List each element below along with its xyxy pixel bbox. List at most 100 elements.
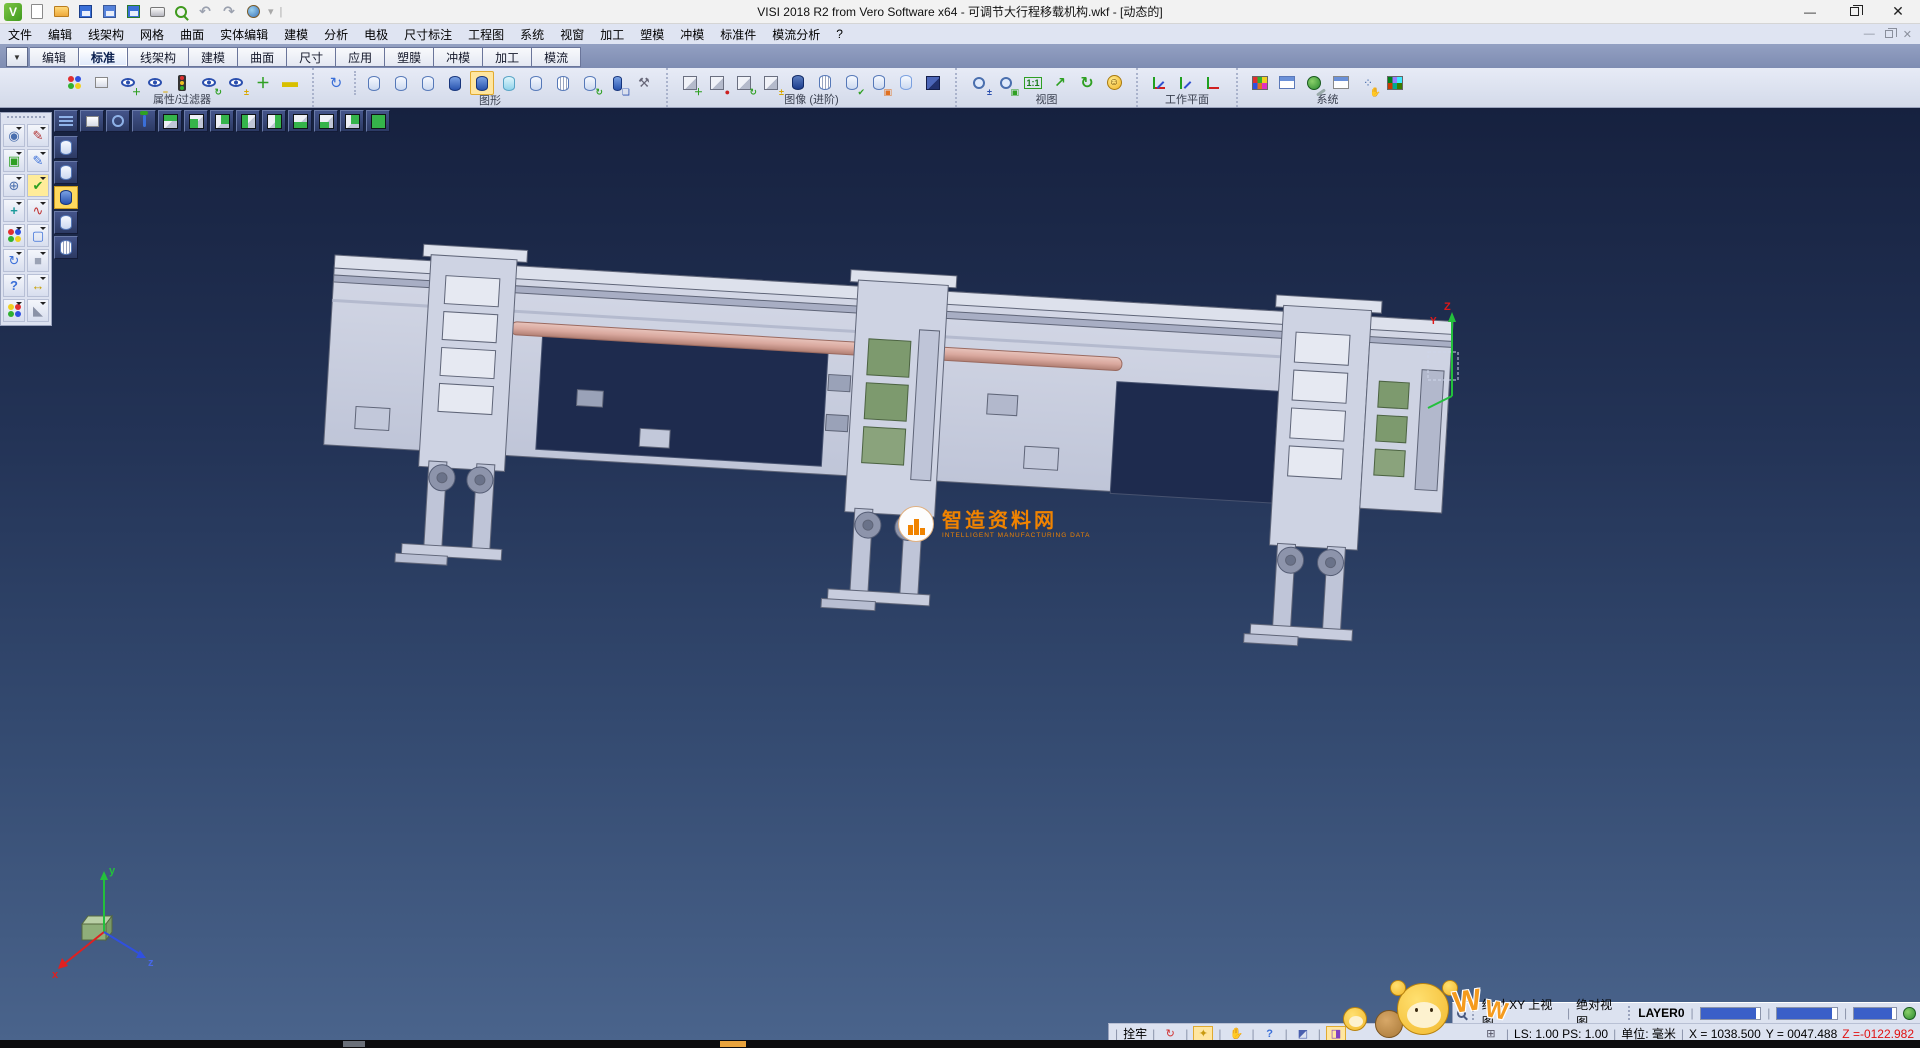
tab-dimension[interactable]: 尺寸 xyxy=(287,47,336,67)
shaded-edges-mode-icon[interactable] xyxy=(470,71,494,95)
menu-machining[interactable]: 加工 xyxy=(592,24,632,45)
menu-wireframe[interactable]: 线架构 xyxy=(80,24,132,45)
new-file-icon[interactable] xyxy=(28,3,46,21)
menu-flow-analysis[interactable]: 模流分析 xyxy=(764,24,828,45)
menu-surface[interactable]: 曲面 xyxy=(172,24,212,45)
validate-solid-icon[interactable]: ✔ xyxy=(840,71,864,95)
wireframe-mode-icon[interactable] xyxy=(362,71,386,95)
history-icon[interactable] xyxy=(244,3,262,21)
system-settings-window-icon[interactable] xyxy=(1275,71,1299,95)
attribute-copy-icon[interactable] xyxy=(89,71,113,95)
menu-system[interactable]: 系统 xyxy=(512,24,552,45)
strip-shaded-icon[interactable] xyxy=(54,186,78,209)
cube-filter-icon[interactable]: ● xyxy=(705,71,729,95)
tab-modeling[interactable]: 建模 xyxy=(189,47,238,67)
preview-search-icon[interactable] xyxy=(172,3,190,21)
snap-settings-icon[interactable]: ⁘✋ xyxy=(1356,71,1380,95)
solid-cube-icon[interactable]: ■ xyxy=(27,249,49,272)
view-left-icon[interactable] xyxy=(236,110,260,132)
dashed-hidden-mode-icon[interactable] xyxy=(416,71,440,95)
palette-drag-handle[interactable] xyxy=(7,116,45,121)
tab-flow[interactable]: 模流 xyxy=(532,47,581,67)
menu-electrode[interactable]: 电极 xyxy=(356,24,396,45)
workplane-xyz-icon[interactable] xyxy=(1148,71,1172,95)
confirm-check-icon[interactable]: ✔ xyxy=(27,174,49,197)
menu-analysis[interactable]: 分析 xyxy=(316,24,356,45)
view-right-icon[interactable] xyxy=(262,110,286,132)
color-palette-icon[interactable] xyxy=(1248,71,1272,95)
menu-drafting[interactable]: 工程图 xyxy=(460,24,512,45)
taskbar-item-active[interactable] xyxy=(720,1041,746,1047)
hide-entities-icon[interactable]: − xyxy=(143,71,167,95)
shaded-mode-icon[interactable] xyxy=(443,71,467,95)
windows-taskbar-sliver[interactable] xyxy=(0,1040,1920,1048)
undo-icon[interactable]: ↶ xyxy=(196,3,214,21)
striped-display-icon[interactable] xyxy=(813,71,837,95)
mdi-minimize-icon[interactable]: — xyxy=(1864,28,1875,40)
print-icon[interactable] xyxy=(148,3,166,21)
menu-standard-parts[interactable]: 标准件 xyxy=(712,24,764,45)
zoom-in-out-icon[interactable]: ± xyxy=(967,71,991,95)
view-back-icon[interactable] xyxy=(210,110,234,132)
view-bottom-icon[interactable] xyxy=(288,110,312,132)
show-entities-icon[interactable]: ＋ xyxy=(116,71,140,95)
view-ne-iso-icon[interactable] xyxy=(340,110,364,132)
save-as-icon[interactable] xyxy=(100,3,118,21)
attribute-books-icon[interactable] xyxy=(3,224,25,247)
status-search-icon[interactable] xyxy=(1457,1009,1466,1018)
view-pin-icon[interactable] xyxy=(132,110,156,132)
view-menu-icon[interactable] xyxy=(54,110,78,132)
qat-dropdown-icon[interactable]: ▾ xyxy=(268,5,274,18)
workplane-view-icon[interactable] xyxy=(1202,71,1226,95)
view-isometric-icon[interactable] xyxy=(366,110,390,132)
strip-wireframe-icon[interactable] xyxy=(54,136,78,159)
curve-pencil-icon[interactable]: ∿ xyxy=(27,199,49,222)
open-file-icon[interactable] xyxy=(52,3,70,21)
menu-mesh[interactable]: 网格 xyxy=(132,24,172,45)
regenerate-icon[interactable]: ↻ xyxy=(3,249,25,272)
menu-dimension[interactable]: 尺寸标注 xyxy=(396,24,460,45)
workplane-entity-icon[interactable] xyxy=(1175,71,1199,95)
refresh-visibility-icon[interactable]: ↻ xyxy=(197,71,221,95)
restore-button[interactable] xyxy=(1832,0,1876,23)
tab-edit[interactable]: 编辑 xyxy=(30,47,79,67)
solid-display-icon[interactable] xyxy=(786,71,810,95)
close-button[interactable]: ✕ xyxy=(1876,0,1920,23)
mdi-close-icon[interactable]: ✕ xyxy=(1903,28,1912,41)
workplane-axes-icon[interactable]: + xyxy=(3,199,25,222)
navy-cube-icon[interactable] xyxy=(921,71,945,95)
tab-surface[interactable]: 曲面 xyxy=(238,47,287,67)
add-view-cube-icon[interactable]: ＋ xyxy=(678,71,702,95)
tab-standard[interactable]: 标准 xyxy=(79,47,128,67)
menu-file[interactable]: 文件 xyxy=(0,24,40,45)
grid-settings-icon[interactable] xyxy=(1383,71,1407,95)
dynamic-pan-icon[interactable]: ↗ xyxy=(1048,71,1072,95)
mesh-wire-mode-icon[interactable] xyxy=(551,71,575,95)
menu-edit[interactable]: 编辑 xyxy=(40,24,80,45)
transparent-mode-icon[interactable] xyxy=(497,71,521,95)
zoom-solid-icon[interactable]: ⊕ xyxy=(3,174,25,197)
save-icon[interactable] xyxy=(76,3,94,21)
grey-arrow-icon[interactable]: ◣ xyxy=(27,299,49,322)
menu-mould[interactable]: 塑模 xyxy=(632,24,672,45)
solid-info-icon[interactable]: ▣ xyxy=(867,71,891,95)
mdi-restore-icon[interactable] xyxy=(1885,30,1893,38)
menu-modeling[interactable]: 建模 xyxy=(276,24,316,45)
menu-solid-edit[interactable]: 实体编辑 xyxy=(212,24,276,45)
toggle-visibility-icon[interactable]: ± xyxy=(224,71,248,95)
show-all-icon[interactable]: ＋ xyxy=(251,71,275,95)
view-refresh-icon[interactable]: ↻ xyxy=(1075,71,1099,95)
strip-mesh-icon[interactable] xyxy=(54,236,78,259)
viewport-3d[interactable]: Z Y x y z xyxy=(0,108,1920,1043)
status-globe-icon[interactable] xyxy=(1903,1007,1916,1020)
measure-width-icon[interactable]: ↔ xyxy=(27,274,49,297)
regen-graphics-icon[interactable]: ↻ xyxy=(324,71,348,95)
environment-tools-icon[interactable] xyxy=(1302,71,1326,95)
view-orbit-icon[interactable] xyxy=(106,110,130,132)
delete-sketch-icon[interactable]: ✎ xyxy=(27,124,49,147)
help-question-icon[interactable]: ? xyxy=(3,274,25,297)
view-front-icon[interactable] xyxy=(184,110,208,132)
redo-icon[interactable]: ↷ xyxy=(220,3,238,21)
hide-all-icon[interactable]: ▬ xyxy=(278,71,302,95)
preview-eye-icon[interactable]: ◉ xyxy=(3,124,25,147)
